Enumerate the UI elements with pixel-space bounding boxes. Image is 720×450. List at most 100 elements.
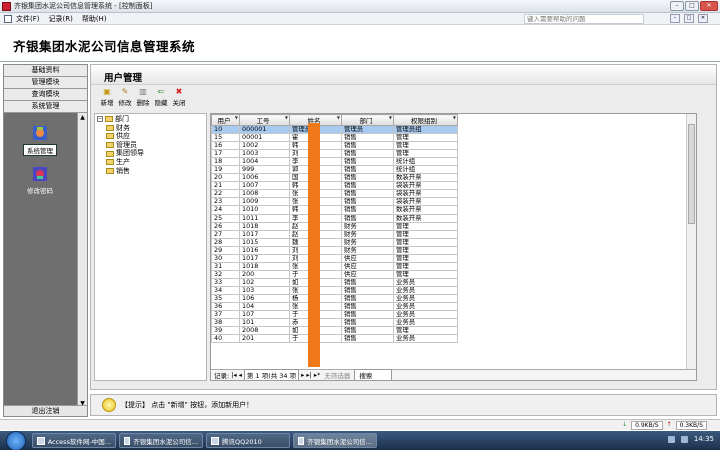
new-button[interactable]: ▣ 新增: [99, 87, 115, 107]
table-cell[interactable]: 1016: [239, 245, 290, 255]
table-cell[interactable]: 管理: [393, 245, 458, 255]
table-cell[interactable]: 106: [239, 293, 290, 304]
nav-item-change-password[interactable]: 修改密码: [9, 165, 71, 195]
tree-node[interactable]: 销售: [97, 167, 204, 176]
table-cell[interactable]: 销售: [341, 173, 394, 183]
table-cell[interactable]: 19: [211, 165, 240, 175]
table-cell[interactable]: 1018: [239, 221, 290, 231]
table-cell[interactable]: 销售: [341, 318, 394, 328]
nav-basic-data[interactable]: 基础资料: [4, 65, 87, 77]
window-menu-icon[interactable]: [4, 14, 12, 23]
table-cell[interactable]: 107: [239, 310, 290, 320]
nav-management-module[interactable]: 管理模块: [4, 77, 87, 89]
table-row[interactable]: 24 1010 韩销售 数装开票: [211, 205, 458, 215]
table-cell[interactable]: 业务员: [393, 302, 458, 312]
table-cell[interactable]: 数装开票: [393, 173, 458, 183]
table-row[interactable]: 29 1016 刘财务 管理: [211, 245, 458, 255]
table-cell[interactable]: 管理员: [341, 124, 394, 135]
table-cell[interactable]: 管理: [393, 229, 458, 239]
table-row[interactable]: 22 1008 张销售 袋装开票: [211, 189, 458, 199]
table-row[interactable]: 18 1004 李销售 统计组: [211, 157, 458, 167]
table-cell[interactable]: 15: [211, 133, 240, 143]
table-row[interactable]: 37 107 于销售 业务员: [211, 310, 458, 320]
table-cell[interactable]: 1011: [239, 213, 290, 223]
edit-button[interactable]: ✎ 修改: [117, 87, 133, 107]
table-row[interactable]: 21 1007 韩销售 袋装开票: [211, 181, 458, 191]
close-window-button[interactable]: ✕: [700, 1, 718, 11]
table-cell[interactable]: 1002: [239, 141, 290, 151]
table-cell[interactable]: 28: [211, 237, 240, 247]
table-cell[interactable]: 统计组: [393, 157, 458, 167]
table-row[interactable]: 28 1015 魏财务 管理: [211, 237, 458, 247]
table-cell[interactable]: 统计组: [393, 165, 458, 175]
search-box[interactable]: 搜索: [354, 369, 393, 380]
nav-item-system-manage[interactable]: 系统管理: [9, 124, 71, 156]
table-cell[interactable]: 1010: [239, 205, 290, 215]
help-search-input[interactable]: 键入需要帮助的问题: [524, 14, 644, 24]
table-row[interactable]: 23 1009 张销售 袋装开票: [211, 197, 458, 207]
table-cell[interactable]: 管理: [393, 237, 458, 247]
table-cell[interactable]: 103: [239, 285, 290, 295]
table-cell[interactable]: 24: [211, 205, 240, 215]
table-cell[interactable]: 业务员: [393, 285, 458, 295]
table-cell[interactable]: 101: [239, 318, 290, 328]
table-cell[interactable]: 供应: [341, 269, 394, 279]
table-cell[interactable]: 销售: [341, 302, 394, 312]
table-cell[interactable]: 管理: [393, 141, 458, 151]
menu-help[interactable]: 帮助(H): [82, 14, 107, 24]
table-cell[interactable]: 34: [211, 285, 240, 295]
table-row[interactable]: 31 1018 张供应 管理: [211, 261, 458, 271]
table-cell[interactable]: 40: [211, 334, 240, 344]
table-cell[interactable]: 16: [211, 141, 240, 151]
table-row[interactable]: 16 1002 韩销售 管理: [211, 141, 458, 151]
table-cell[interactable]: 1017: [239, 229, 290, 239]
table-cell[interactable]: 销售: [341, 310, 394, 320]
tree-root[interactable]: − 部门: [97, 115, 204, 124]
table-cell[interactable]: 1004: [239, 157, 290, 167]
table-cell[interactable]: 数装开票: [393, 205, 458, 215]
nav-scrollbar[interactable]: ▲ ▼: [77, 113, 87, 408]
table-cell[interactable]: 00001: [239, 133, 290, 143]
table-cell[interactable]: 销售: [341, 285, 394, 295]
tree-node[interactable]: 管理员: [97, 141, 204, 150]
table-row[interactable]: 34 103 张销售 业务员: [211, 285, 458, 295]
table-cell[interactable]: 财务: [341, 237, 394, 247]
doc-close-button[interactable]: ✕: [698, 14, 708, 23]
last-record-button[interactable]: ▸|: [306, 371, 311, 379]
table-cell[interactable]: 17: [211, 149, 240, 159]
table-cell[interactable]: 袋装开票: [393, 181, 458, 191]
first-record-button[interactable]: |◂: [231, 371, 236, 379]
table-cell[interactable]: 管理: [393, 149, 458, 159]
tree-node[interactable]: 财务: [97, 124, 204, 133]
table-cell[interactable]: 销售: [341, 157, 394, 167]
table-row[interactable]: 36 104 张销售 业务员: [211, 302, 458, 312]
table-row[interactable]: 39 2008 如销售 管理: [211, 326, 458, 336]
menu-file[interactable]: 文件(F): [16, 14, 40, 24]
doc-minimize-button[interactable]: –: [670, 14, 680, 23]
table-cell[interactable]: 26: [211, 221, 240, 231]
table-row[interactable]: 35 106 杨销售 业务员: [211, 293, 458, 304]
table-cell[interactable]: 管理: [393, 261, 458, 271]
table-cell[interactable]: 1007: [239, 181, 290, 191]
table-cell[interactable]: 销售: [341, 197, 394, 207]
table-cell[interactable]: 104: [239, 302, 290, 312]
table-cell[interactable]: 业务员: [393, 277, 458, 287]
table-cell[interactable]: 1017: [239, 253, 290, 263]
table-cell[interactable]: 37: [211, 310, 240, 320]
table-cell[interactable]: 20: [211, 173, 240, 183]
table-cell[interactable]: 销售: [341, 189, 394, 199]
table-cell[interactable]: 业务员: [393, 310, 458, 320]
task-app-2[interactable]: 齐银集团水泥公司信...: [293, 433, 377, 448]
table-cell[interactable]: 200: [239, 269, 290, 279]
table-row[interactable]: 26 1018 赵财务 管理: [211, 221, 458, 231]
table-cell[interactable]: 业务员: [393, 318, 458, 328]
task-qq[interactable]: 腾讯QQ2010: [206, 433, 290, 448]
table-cell[interactable]: 27: [211, 229, 240, 239]
table-cell[interactable]: 31: [211, 261, 240, 271]
menu-record[interactable]: 记录(R): [49, 14, 73, 24]
table-row[interactable]: 19 999 郭销售 统计组: [211, 165, 458, 175]
table-cell[interactable]: 30: [211, 253, 240, 263]
table-cell[interactable]: 袋装开票: [393, 189, 458, 199]
table-cell[interactable]: 销售: [341, 165, 394, 175]
record-position[interactable]: 第 1 项(共 34 项: [243, 369, 300, 380]
